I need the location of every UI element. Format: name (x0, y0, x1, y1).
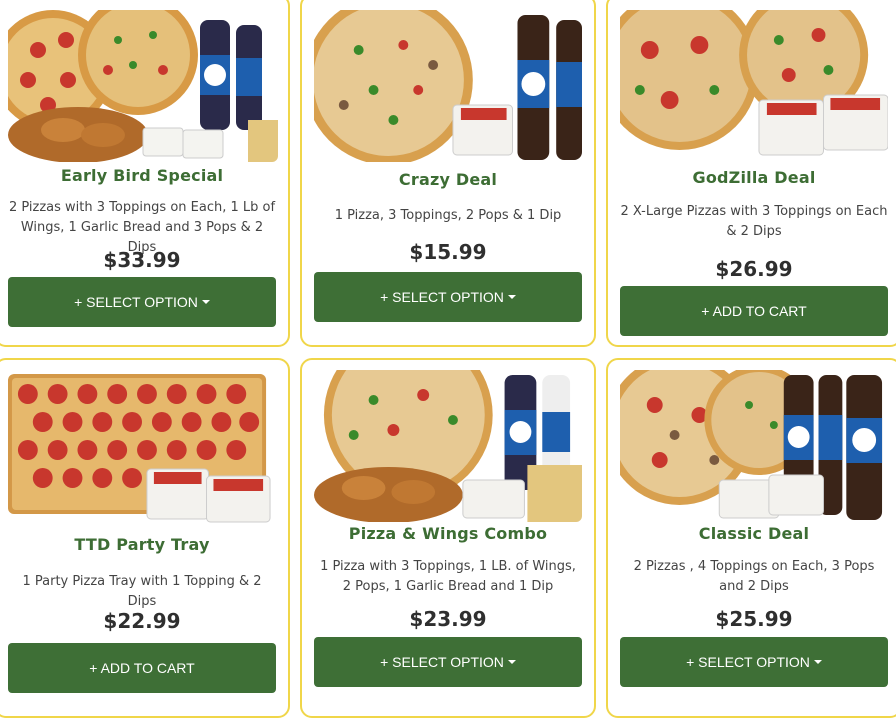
deal-title[interactable]: Early Bird Special (0, 166, 288, 185)
caret-down-icon (507, 295, 516, 299)
select-option-button[interactable]: + SELECT OPTION (8, 277, 276, 327)
select-option-button[interactable]: + SELECT OPTION (314, 637, 582, 687)
two-pizzas-dips-image (620, 10, 888, 162)
deal-price: $25.99 (715, 607, 793, 631)
add-to-cart-button[interactable]: + ADD TO CART (8, 643, 276, 693)
deal-title[interactable]: TTD Party Tray (0, 535, 288, 554)
deal-card-classic: Classic Deal 2 Pizzas , 4 Toppings on Ea… (606, 358, 896, 718)
deal-card-party-tray: TTD Party Tray 1 Party Pizza Tray with 1… (0, 358, 290, 718)
deal-image[interactable] (8, 10, 278, 162)
caret-down-icon (507, 660, 516, 664)
deal-description: 1 Pizza, 3 Toppings, 2 Pops & 1 Dip (334, 208, 562, 223)
deal-title[interactable]: GodZilla Deal (608, 168, 896, 187)
deal-description: 1 Pizza with 3 Toppings, 1 LB. of Wings,… (320, 559, 576, 594)
caret-down-icon (201, 300, 210, 304)
button-label: + SELECT OPTION (74, 294, 198, 310)
deal-price: $22.99 (103, 609, 181, 633)
deal-card-pizza-wings: Pizza & Wings Combo 1 Pizza with 3 Toppi… (300, 358, 596, 718)
deal-image[interactable] (620, 10, 888, 162)
deal-image[interactable] (314, 10, 582, 162)
deal-title[interactable]: Classic Deal (608, 524, 896, 543)
deal-card-godzilla: GodZilla Deal 2 X-Large Pizzas with 3 To… (606, 0, 896, 347)
pizza-wings-pepsi-image (314, 370, 582, 522)
deal-title[interactable]: Pizza & Wings Combo (302, 524, 594, 543)
button-label: + SELECT OPTION (380, 654, 504, 670)
deal-price: $26.99 (715, 257, 793, 281)
deal-image[interactable] (8, 374, 276, 526)
party-tray-image (8, 374, 276, 526)
pizzas-wings-pepsi-image (8, 10, 278, 162)
select-option-button[interactable]: + SELECT OPTION (620, 637, 888, 687)
button-label: + SELECT OPTION (686, 654, 810, 670)
deal-title[interactable]: Crazy Deal (302, 170, 594, 189)
deal-image[interactable] (620, 370, 888, 522)
button-label: + ADD TO CART (701, 303, 807, 319)
add-to-cart-button[interactable]: + ADD TO CART (620, 286, 888, 336)
deal-description: 1 Party Pizza Tray with 1 Topping & 2 Di… (22, 574, 262, 609)
button-label: + ADD TO CART (89, 660, 195, 676)
deal-card-early-bird: Early Bird Special 2 Pizzas with 3 Toppi… (0, 0, 290, 347)
deal-image[interactable] (314, 370, 582, 522)
deal-description: 2 X-Large Pizzas with 3 Toppings on Each… (620, 204, 888, 239)
deal-description: 2 Pizzas , 4 Toppings on Each, 3 Pops an… (633, 559, 875, 594)
caret-down-icon (813, 660, 822, 664)
deal-price: $15.99 (409, 240, 487, 264)
pizza-pepsi-dip-image (314, 10, 582, 162)
deal-price: $33.99 (103, 248, 181, 272)
select-option-button[interactable]: + SELECT OPTION (314, 272, 582, 322)
deal-price: $23.99 (409, 607, 487, 631)
button-label: + SELECT OPTION (380, 289, 504, 305)
pizzas-pepsi-dips-image (620, 370, 888, 522)
deal-card-crazy: Crazy Deal 1 Pizza, 3 Toppings, 2 Pops &… (300, 0, 596, 347)
